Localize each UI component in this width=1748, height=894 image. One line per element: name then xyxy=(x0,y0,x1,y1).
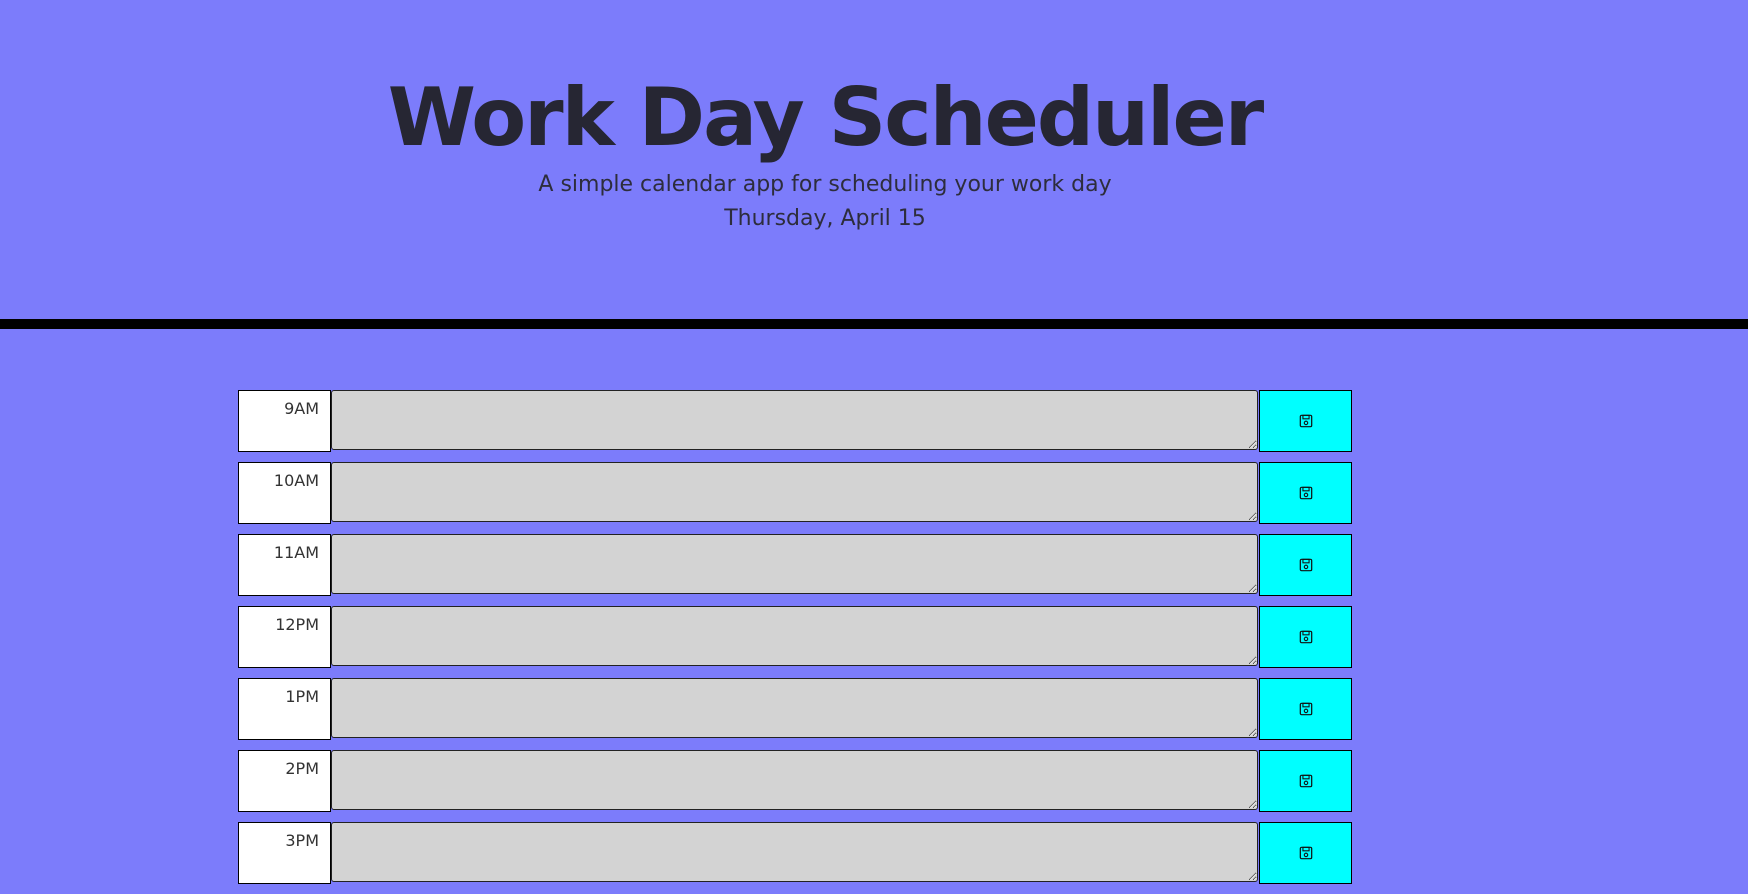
hour-label: 11AM xyxy=(273,543,319,562)
floppy-disk-icon xyxy=(1299,558,1312,572)
floppy-disk-icon xyxy=(1299,486,1312,500)
hour-label: 1PM xyxy=(285,687,319,706)
header: Work Day Scheduler A simple calendar app… xyxy=(0,0,1748,320)
hour-label-box: 10AM xyxy=(238,462,331,524)
time-block: 10AM xyxy=(238,462,1353,524)
hour-label-box: 11AM xyxy=(238,534,331,596)
hour-label-box: 9AM xyxy=(238,390,331,452)
floppy-disk-icon xyxy=(1299,846,1312,860)
event-description-input[interactable] xyxy=(331,822,1258,882)
save-button[interactable] xyxy=(1259,822,1352,884)
save-button[interactable] xyxy=(1259,534,1352,596)
event-description-input[interactable] xyxy=(331,390,1258,450)
time-block: 3PM xyxy=(238,822,1353,884)
time-block: 9AM xyxy=(238,390,1353,452)
time-block: 12PM xyxy=(238,606,1353,668)
time-block: 1PM xyxy=(238,678,1353,740)
page-title: Work Day Scheduler xyxy=(387,71,1264,164)
time-block: 11AM xyxy=(238,534,1353,596)
hour-label: 3PM xyxy=(285,831,319,850)
floppy-disk-icon xyxy=(1299,774,1312,788)
save-button[interactable] xyxy=(1259,750,1352,812)
save-button[interactable] xyxy=(1259,462,1352,524)
hour-label: 12PM xyxy=(275,615,319,634)
save-button[interactable] xyxy=(1259,390,1352,452)
current-day: Thursday, April 15 xyxy=(724,206,926,231)
event-description-input[interactable] xyxy=(331,462,1258,522)
hour-label: 9AM xyxy=(284,399,319,418)
hour-label: 10AM xyxy=(273,471,319,490)
time-block: 2PM xyxy=(238,750,1353,812)
hour-label-box: 1PM xyxy=(238,678,331,740)
event-description-input[interactable] xyxy=(331,534,1258,594)
save-button[interactable] xyxy=(1259,606,1352,668)
floppy-disk-icon xyxy=(1299,702,1312,716)
page-subtitle: A simple calendar app for scheduling you… xyxy=(538,172,1112,197)
timeblocks-container: 9AM 10AM 11AM 12PM 1PM 2PM 3PM xyxy=(238,390,1353,894)
hour-label: 2PM xyxy=(285,759,319,778)
event-description-input[interactable] xyxy=(331,750,1258,810)
floppy-disk-icon xyxy=(1299,630,1312,644)
hour-label-box: 2PM xyxy=(238,750,331,812)
floppy-disk-icon xyxy=(1299,414,1312,428)
event-description-input[interactable] xyxy=(331,678,1258,738)
event-description-input[interactable] xyxy=(331,606,1258,666)
hour-label-box: 3PM xyxy=(238,822,331,884)
header-divider xyxy=(0,319,1748,329)
save-button[interactable] xyxy=(1259,678,1352,740)
hour-label-box: 12PM xyxy=(238,606,331,668)
